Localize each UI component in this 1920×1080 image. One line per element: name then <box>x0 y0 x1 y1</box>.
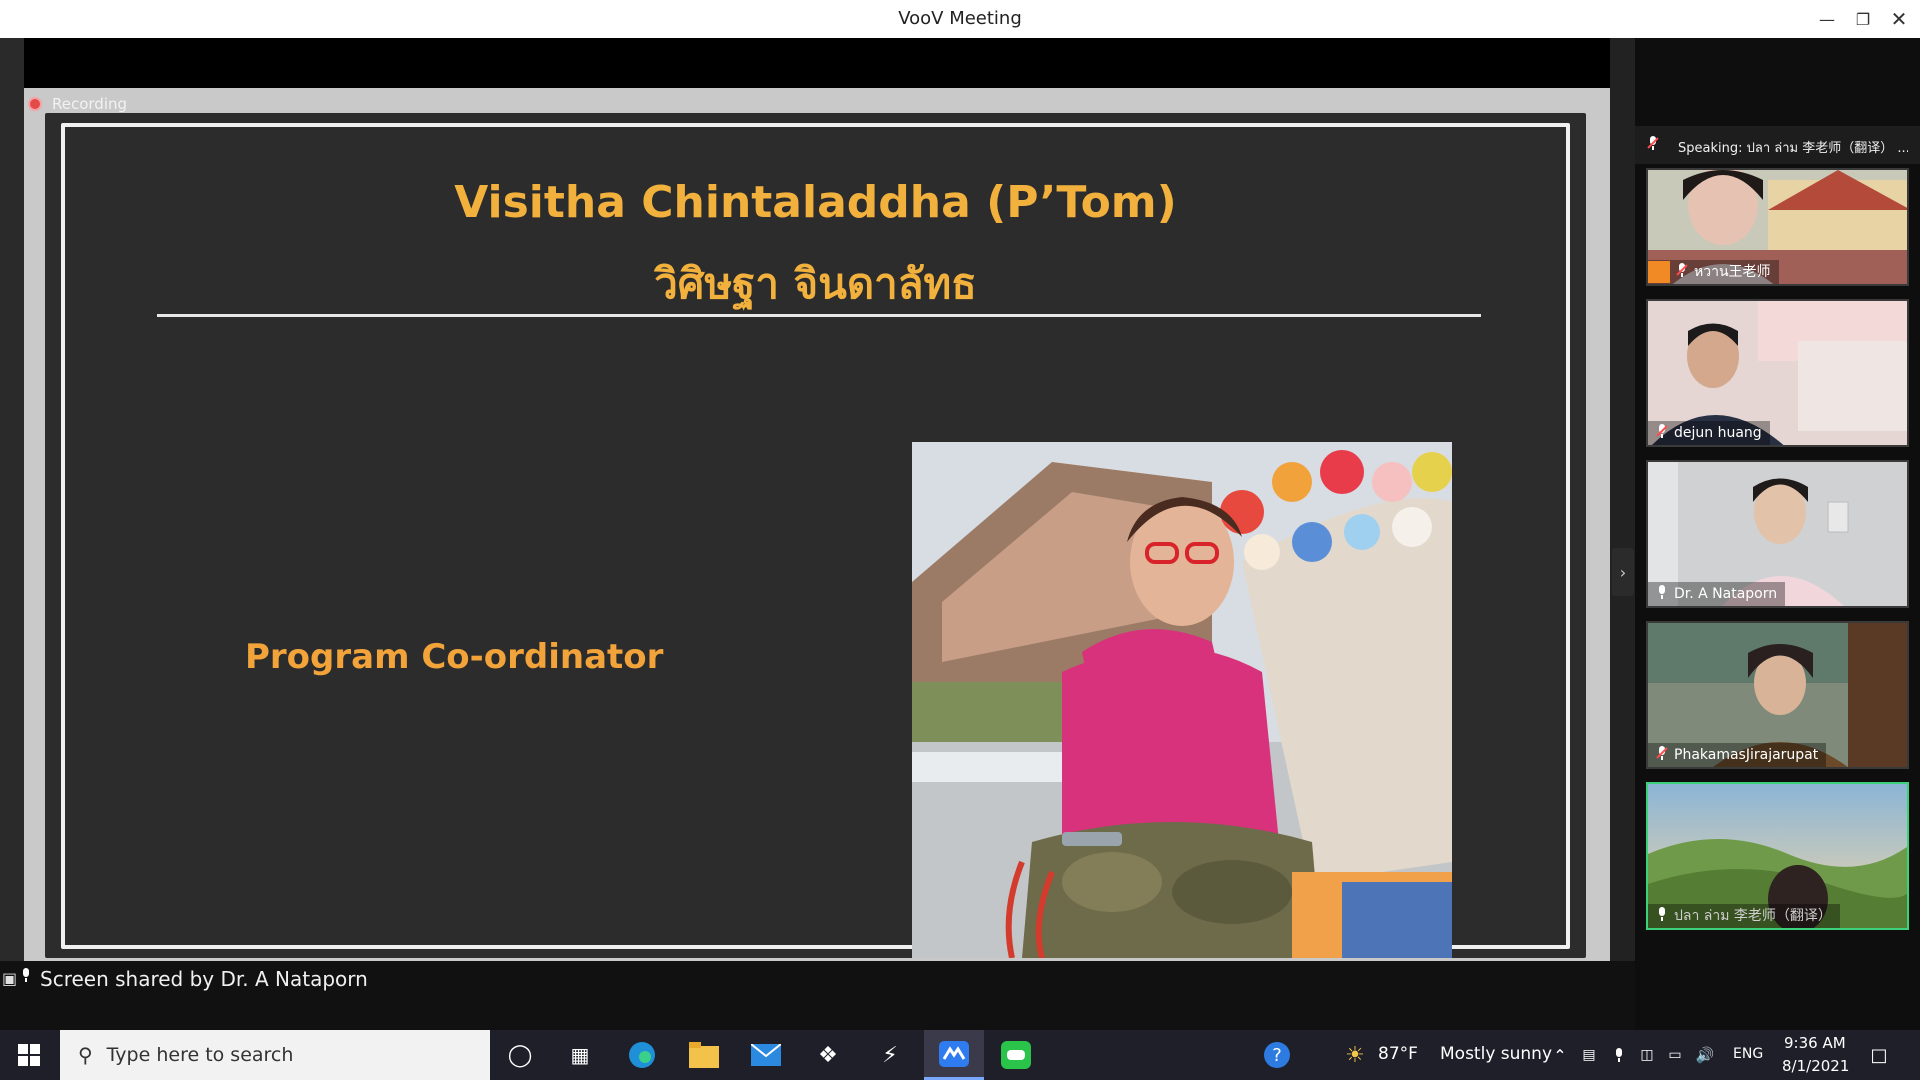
language-indicator[interactable]: ENG <box>1733 1046 1763 1062</box>
network-icon[interactable]: ◫ <box>1636 1030 1658 1080</box>
battery-icon[interactable]: ▭ <box>1664 1030 1686 1080</box>
recording-indicator: Recording <box>28 95 127 113</box>
taskbar: ⚲ Type here to search ◯ ▦ ❖ ⚡ ? ☀ 87°F M… <box>0 1030 1920 1080</box>
file-explorer-icon[interactable] <box>682 1030 726 1080</box>
mic-icon <box>20 967 32 986</box>
slide-frame: Visitha Chintaladdha (P’Tom) วิศิษฐา จิน… <box>61 123 1570 958</box>
participant-name: dejun huang <box>1674 425 1762 441</box>
weather-condition: Mostly sunny <box>1440 1044 1553 1064</box>
slide-name-english: Visitha Chintaladdha (P’Tom) <box>454 177 1177 228</box>
mic-muted-icon <box>1647 136 1659 154</box>
screen-share-icon: ▣ <box>2 969 18 988</box>
voov-icon[interactable] <box>924 1030 984 1080</box>
weather-icon: ☀ <box>1345 1042 1365 1068</box>
mic-icon <box>1656 585 1668 603</box>
task-view-icon[interactable]: ▦ <box>560 1030 600 1080</box>
notifications-icon[interactable]: □ <box>1864 1030 1894 1080</box>
title-bar: VooV Meeting — ❐ ✕ <box>0 0 1920 38</box>
minimize-button[interactable]: — <box>1812 6 1842 32</box>
window-title: VooV Meeting <box>898 8 1022 29</box>
close-button[interactable]: ✕ <box>1884 6 1914 32</box>
speaking-indicator: Speaking: ปลา ล่าม 李老师（翻译） ... <box>1635 126 1920 164</box>
restore-button[interactable]: ❐ <box>1848 6 1878 32</box>
mail-icon[interactable] <box>744 1030 788 1080</box>
tray-mic-icon[interactable] <box>1608 1030 1630 1080</box>
start-icon[interactable] <box>0 1030 58 1080</box>
chevron-up-icon[interactable]: ⌃ <box>1550 1030 1570 1080</box>
slide: Visitha Chintaladdha (P’Tom) วิศิษฐา จิน… <box>45 113 1586 958</box>
avatar-icon <box>1648 261 1670 283</box>
participant-name-bar: Dr. A Nataporn <box>1648 582 1786 606</box>
search-placeholder: Type here to search <box>106 1044 294 1066</box>
participant-tile[interactable]: Dr. A Nataporn <box>1646 460 1909 608</box>
participant-name: หวาน王老师 <box>1694 264 1771 280</box>
slide-name-thai: วิศิษฐา จินดาลัทธ <box>654 259 977 308</box>
participant-tile-active[interactable]: ปลา ล่าม 李老师（翻译） <box>1646 782 1909 930</box>
chevron-right-icon[interactable]: › <box>1612 548 1634 596</box>
tray-device-icon[interactable]: ▤ <box>1578 1030 1600 1080</box>
participant-name-bar: dejun huang <box>1648 421 1770 445</box>
clock-date[interactable]: 8/1/2021 <box>1782 1057 1849 1075</box>
help-icon[interactable]: ? <box>1260 1030 1294 1080</box>
taskbar-search[interactable]: ⚲ Type here to search <box>60 1030 490 1080</box>
clock-time[interactable]: 9:36 AM <box>1784 1034 1846 1052</box>
record-icon <box>28 97 42 111</box>
participant-name: ปลา ล่าม 李老师（翻译） <box>1674 908 1832 924</box>
portrait-photo <box>912 442 1452 958</box>
mic-icon <box>1656 907 1668 925</box>
volume-icon[interactable]: 🔊 <box>1694 1030 1716 1080</box>
stage-right-edge <box>1610 38 1635 1030</box>
slide-role: Program Co-ordinator <box>245 637 664 677</box>
cortana-icon[interactable]: ◯ <box>500 1030 540 1080</box>
search-icon: ⚲ <box>78 1043 93 1067</box>
slide-divider <box>157 314 1481 317</box>
mic-muted-icon <box>1656 424 1668 442</box>
participant-name-bar: ปลา ล่าม 李老师（翻译） <box>1648 904 1840 928</box>
participant-name-bar: หวาน王老师 <box>1648 260 1779 284</box>
participants-panel: Speaking: ปลา ล่าม 李老师（翻译） ... หวาน王老师 d… <box>1635 38 1920 1030</box>
recording-label: Recording <box>52 95 128 113</box>
edge-icon[interactable] <box>620 1030 664 1080</box>
participant-tile[interactable]: dejun huang <box>1646 299 1909 447</box>
weather-temp: 87°F <box>1378 1044 1418 1064</box>
meeting-stage: Recording Visitha Chintaladdha (P’Tom) ว… <box>0 38 1635 1030</box>
dropbox-icon[interactable]: ❖ <box>806 1030 850 1080</box>
participant-name: Dr. A Nataporn <box>1674 586 1778 602</box>
share-label: Screen shared by Dr. A Nataporn <box>40 967 368 991</box>
mic-muted-icon <box>1656 746 1668 764</box>
participant-tile[interactable]: PhakamasJirajarupat <box>1646 621 1909 769</box>
stage-top-strip <box>24 38 1610 88</box>
shared-screen: Recording Visitha Chintaladdha (P’Tom) ว… <box>24 88 1610 981</box>
participant-name-bar: PhakamasJirajarupat <box>1648 743 1827 767</box>
mic-muted-icon <box>1676 263 1688 281</box>
line-icon[interactable] <box>994 1030 1038 1080</box>
speaking-label: Speaking: ปลา ล่าม 李老师（翻译） ... <box>1678 141 1908 156</box>
share-status-bar: ▣ Screen shared by Dr. A Nataporn <box>0 961 1635 1030</box>
participant-tile[interactable]: หวาน王老师 <box>1646 168 1909 286</box>
app-icon[interactable]: ⚡ <box>868 1030 912 1080</box>
participant-name: PhakamasJirajarupat <box>1674 747 1819 763</box>
stage-left-edge <box>0 38 24 1030</box>
svg-text:?: ? <box>1272 1045 1282 1066</box>
portrait-illustration <box>912 442 1452 958</box>
